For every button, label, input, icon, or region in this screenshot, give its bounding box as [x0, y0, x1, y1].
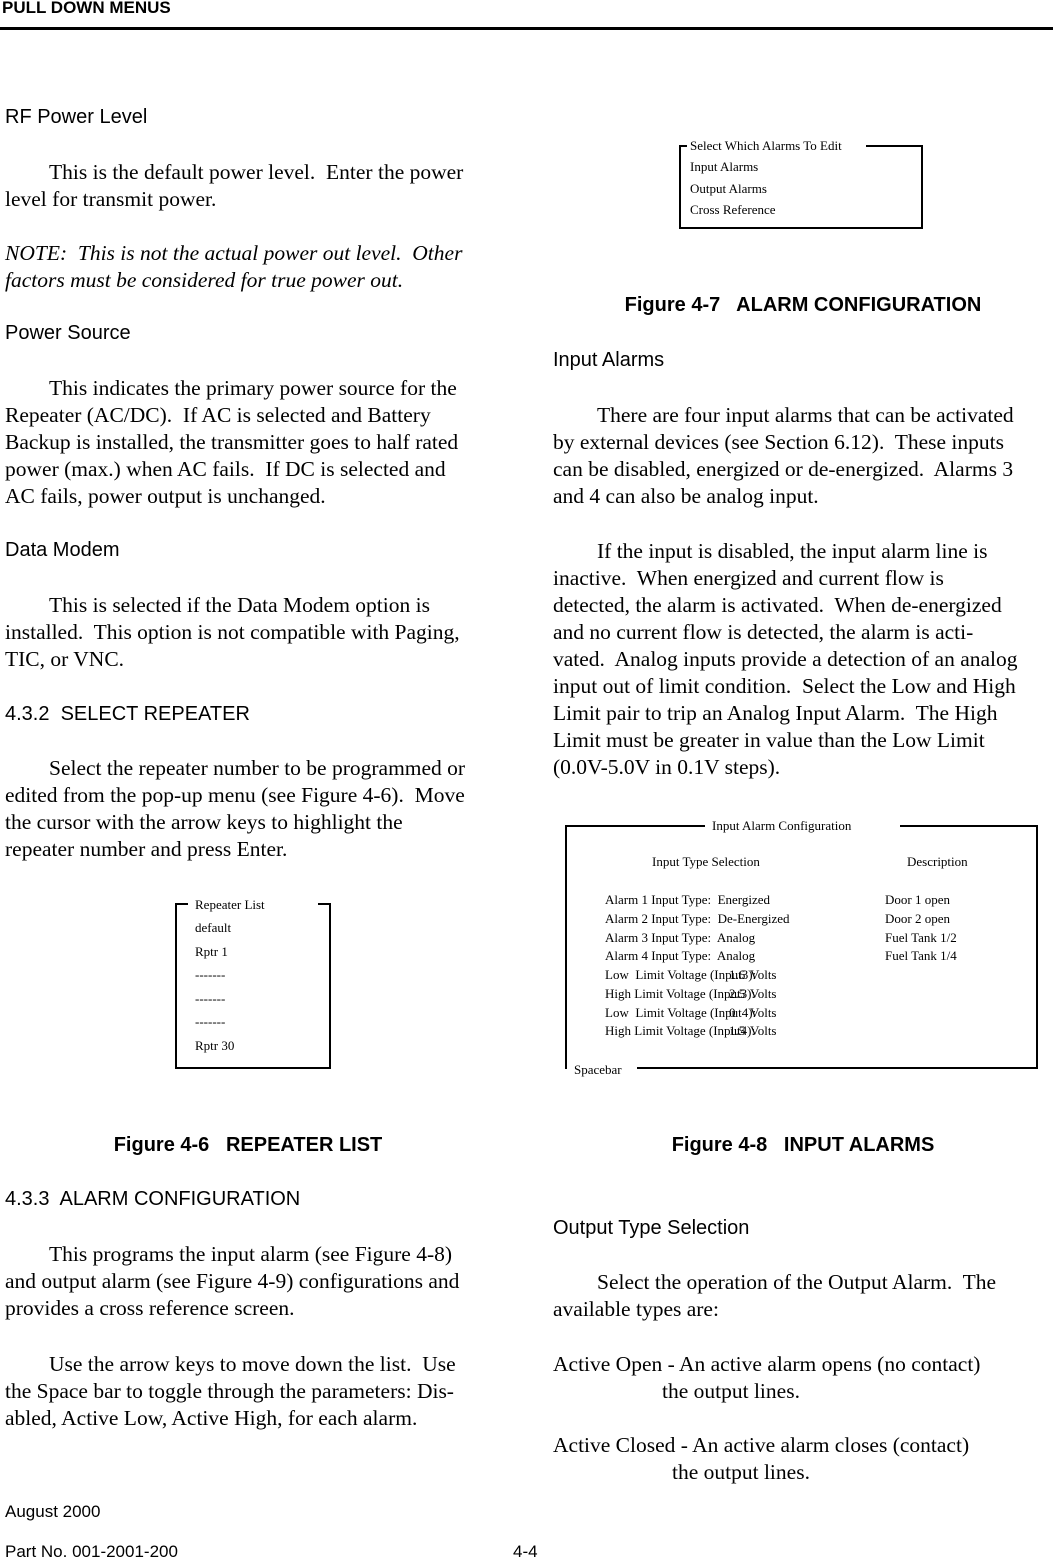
active-open-definition: Active Open - An active alarm opens (no … [553, 1352, 981, 1376]
text-line: (0.0V-5.0V in 0.1V steps). [553, 755, 781, 779]
text-line: Select the repeater number to be program… [49, 756, 466, 780]
text-line: AC fails, power output is unchanged. [5, 484, 326, 508]
alarm-input-type[interactable]: Alarm 1 Input Type: Energized [605, 892, 770, 908]
text-line: If the input is disabled, the input alar… [597, 539, 988, 563]
heading-power-source: Power Source [5, 322, 131, 344]
repeater-list-item[interactable]: ------- [195, 1014, 225, 1030]
alarm-description[interactable]: Fuel Tank 1/2 [885, 930, 957, 946]
text-line: the Space bar to toggle through the para… [5, 1379, 454, 1403]
alarm-description[interactable]: Fuel Tank 1/4 [885, 948, 957, 964]
active-closed-definition: Active Closed - An active alarm closes (… [553, 1433, 970, 1457]
text-line: installed. This option is not compatible… [5, 620, 460, 644]
limit-voltage-unit: Volts [750, 985, 777, 1001]
text-line: factors must be considered for true powe… [5, 268, 404, 292]
text-line: inactive. When energized and current flo… [553, 566, 944, 590]
running-header: PULL DOWN MENUS [2, 0, 171, 17]
text-line: edited from the pop-up menu (see Figure … [5, 783, 465, 807]
footer-part-number: Part No. 001-2001-200 [5, 1542, 178, 1561]
alarm-select-item[interactable]: Input Alarms [690, 159, 758, 175]
alarm-select-item[interactable]: Output Alarms [690, 181, 767, 197]
text-line: and 4 can also be analog input. [553, 484, 819, 508]
alarm-description[interactable]: Door 1 open [885, 892, 950, 908]
limit-voltage-unit: Volts [750, 1023, 777, 1039]
limit-voltage-value[interactable]: 0 [729, 1005, 736, 1021]
heading-output-type-selection: Output Type Selection [553, 1217, 750, 1239]
limit-voltage-value[interactable]: 2.5 [729, 986, 745, 1002]
text-line: repeater number and press Enter. [5, 837, 288, 861]
footer-date: August 2000 [5, 1502, 101, 1521]
alarm-select-item[interactable]: Cross Reference [690, 202, 776, 218]
text-line: Backup is installed, the transmitter goe… [5, 430, 459, 454]
text-line: power (max.) when AC fails. If DC is sel… [5, 457, 446, 481]
limit-voltage-unit: Volts [750, 967, 777, 982]
text-line: provides a cross reference screen. [5, 1296, 295, 1320]
text-line: level for transmit power. [5, 187, 217, 211]
text-line: by external devices (see Section 6.12). … [553, 430, 1004, 454]
column-header-input-type-selection: Input Type Selection [652, 854, 760, 869]
repeater-list-item[interactable]: ------- [195, 991, 225, 1007]
alarm-input-type[interactable]: Alarm 4 Input Type: Analog [605, 948, 755, 964]
alarm-select-title: Select Which Alarms To Edit [690, 138, 842, 153]
text-line: available types are: [553, 1297, 719, 1321]
text-line: can be disabled, energized or de-energiz… [553, 457, 1014, 481]
text-line: Use the arrow keys to move down the list… [49, 1352, 456, 1376]
repeater-list-title: Repeater List [195, 897, 265, 912]
limit-voltage-value[interactable]: 1.5 [729, 1023, 745, 1039]
heading-select-repeater: 4.3.2 SELECT REPEATER [5, 703, 250, 725]
text-line: Limit must be greater in value than the … [553, 728, 985, 752]
text-line: This is selected if the Data Modem optio… [49, 593, 430, 617]
text-line: This indicates the primary power source … [49, 376, 457, 400]
heading-input-alarms: Input Alarms [553, 349, 665, 371]
heading-alarm-configuration: 4.3.3 ALARM CONFIGURATION [5, 1188, 301, 1210]
spacebar-hint: Spacebar [574, 1062, 622, 1077]
alarm-input-type[interactable]: Alarm 2 Input Type: De-Energized [605, 911, 790, 927]
text-line: NOTE: This is not the actual power out l… [5, 241, 463, 265]
text-line: vated. Analog inputs provide a detection… [553, 647, 1018, 671]
repeater-list-item[interactable]: ------- [195, 967, 225, 983]
repeater-list-item[interactable]: default [195, 920, 231, 936]
text-line: input out of limit condition. Select the… [553, 674, 1016, 698]
limit-voltage-value[interactable]: 1.6 [729, 967, 745, 983]
repeater-list-item[interactable]: Rptr 1 [195, 944, 228, 960]
text-line: detected, the alarm is activated. When d… [553, 593, 1002, 617]
header-rule [0, 27, 1053, 30]
heading-data-modem: Data Modem [5, 539, 120, 561]
figure-4-6-caption: Figure 4-6 REPEATER LIST [113, 1134, 383, 1156]
footer-page-number: 4-4 [513, 1542, 538, 1561]
active-closed-continuation: the output lines. [672, 1460, 810, 1484]
text-line: Select the operation of the Output Alarm… [597, 1270, 997, 1294]
text-line: This programs the input alarm (see Figur… [49, 1242, 453, 1266]
figure-4-7-caption: Figure 4-7 ALARM CONFIGURATION [624, 294, 982, 316]
text-line: and output alarm (see Figure 4-9) config… [5, 1269, 460, 1293]
text-line: Repeater (AC/DC). If AC is selected and … [5, 403, 431, 427]
text-line: abled, Active Low, Active High, for each… [5, 1406, 418, 1430]
limit-voltage-unit: Volts [750, 1004, 777, 1020]
input-alarm-config-title: Input Alarm Configuration [712, 818, 852, 833]
alarm-description[interactable]: Door 2 open [885, 911, 950, 927]
repeater-list-item[interactable]: Rptr 30 [195, 1038, 234, 1054]
text-line: This is the default power level. Enter t… [49, 160, 464, 184]
column-header-description: Description [907, 854, 968, 869]
text-line: Limit pair to trip an Analog Input Alarm… [553, 701, 998, 725]
heading-rf-power-level: RF Power Level [5, 106, 148, 128]
active-open-continuation: the output lines. [662, 1379, 800, 1403]
text-line: the cursor with the arrow keys to highli… [5, 810, 403, 834]
figure-4-8-caption: Figure 4-8 INPUT ALARMS [671, 1134, 935, 1156]
alarm-input-type[interactable]: Alarm 3 Input Type: Analog [605, 930, 755, 946]
text-line: There are four input alarms that can be … [597, 403, 1014, 427]
text-line: and no current flow is detected, the ala… [553, 620, 974, 644]
text-line: TIC, or VNC. [5, 647, 125, 671]
